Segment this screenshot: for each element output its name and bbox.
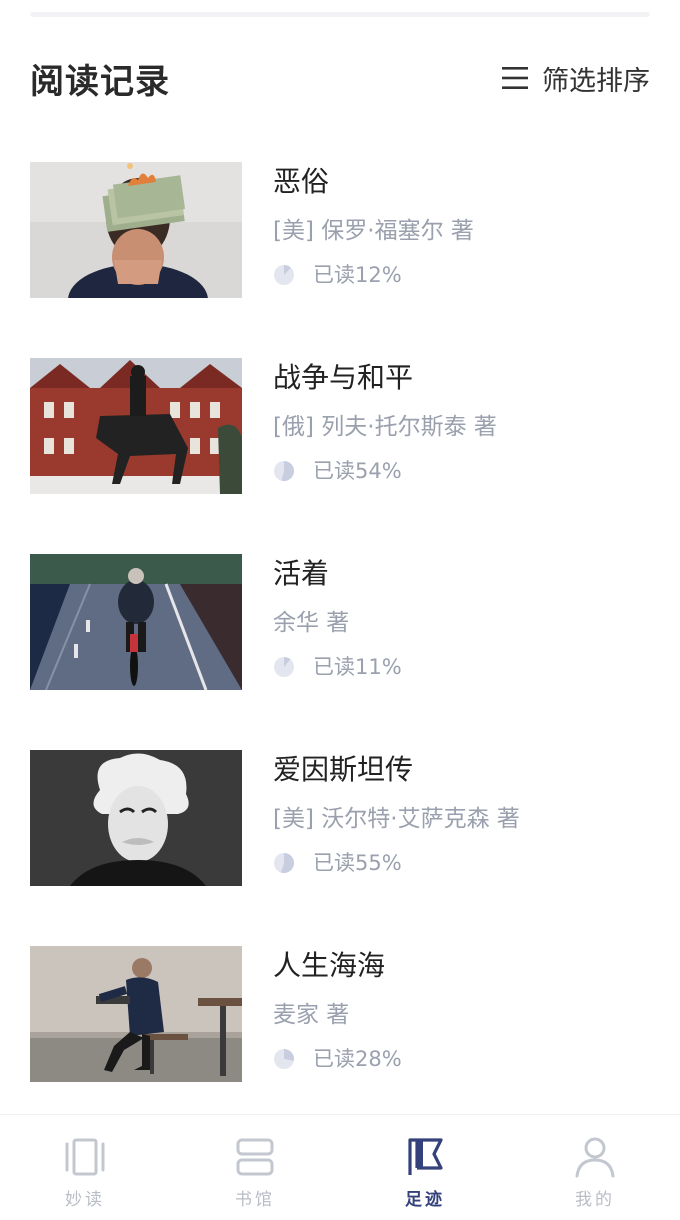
book-author: [美] 沃尔特·艾萨克森 著 — [273, 806, 520, 832]
book-title: 人生海海 — [273, 949, 386, 982]
tab-label: 书馆 — [235, 1190, 275, 1210]
book-author: [美] 保罗·福塞尔 著 — [273, 218, 474, 244]
book-title: 恶俗 — [273, 165, 330, 198]
progress-row: 已读28% — [273, 1044, 402, 1074]
tab-label: 妙读 — [65, 1190, 105, 1210]
statue-building-cover — [30, 358, 242, 494]
cyclist-road-cover — [30, 554, 242, 690]
progress-text: 已读12% — [313, 263, 402, 287]
book-title: 爱因斯坦传 — [273, 753, 414, 786]
progress-pie-icon — [273, 852, 295, 874]
einstein-portrait-cover — [30, 750, 242, 886]
flag-icon — [403, 1135, 447, 1179]
tab-label: 我的 — [575, 1190, 615, 1210]
page-title: 阅读记录 — [30, 61, 170, 102]
book-author: [俄] 列夫·托尔斯泰 著 — [273, 414, 497, 440]
header: 阅读记录 筛选排序 — [30, 52, 650, 104]
progress-row: 已读55% — [273, 848, 402, 878]
filter-sort-label: 筛选排序 — [542, 65, 650, 97]
book-title: 活着 — [273, 557, 330, 590]
progress-row: 已读12% — [273, 260, 402, 290]
book-list: 恶俗 [美] 保罗·福塞尔 著 已读12% 战争与和平 [俄] 列夫·托尔斯泰 … — [30, 162, 650, 1142]
book-author: 余华 著 — [273, 610, 350, 636]
menu-icon — [502, 67, 528, 89]
progress-text: 已读11% — [313, 655, 402, 679]
book-item[interactable]: 爱因斯坦传 [美] 沃尔特·艾萨克森 著 已读55% — [30, 750, 650, 886]
user-icon — [573, 1135, 617, 1179]
progress-pie-icon — [273, 264, 295, 286]
progress-text: 已读28% — [313, 1047, 402, 1071]
tab-label: 足迹 — [405, 1190, 445, 1210]
progress-pie-icon — [273, 656, 295, 678]
book-item[interactable]: 恶俗 [美] 保罗·福塞尔 著 已读12% — [30, 162, 650, 298]
reading-history-page: 阅读记录 筛选排序 恶俗 [美] 保罗·福塞尔 著 已读12% 战争与和平 [俄… — [0, 0, 680, 1220]
tab-read[interactable]: 妙读 — [0, 1115, 170, 1220]
old-man-bench-cover — [30, 946, 242, 1082]
tab-footprint[interactable]: 足迹 — [340, 1115, 510, 1220]
book-title: 战争与和平 — [273, 361, 414, 394]
progress-row: 已读11% — [273, 652, 402, 682]
read-icon — [63, 1135, 107, 1179]
book-item[interactable]: 战争与和平 [俄] 列夫·托尔斯泰 著 已读54% — [30, 358, 650, 494]
tab-me[interactable]: 我的 — [510, 1115, 680, 1220]
filter-sort-button[interactable]: 筛选排序 — [502, 59, 650, 98]
money-hands-cover — [30, 162, 242, 298]
top-divider — [30, 12, 650, 17]
book-author: 麦家 著 — [273, 1002, 350, 1028]
progress-text: 已读55% — [313, 851, 402, 875]
bottom-tab-bar: 妙读 书馆 足迹 我的 — [0, 1114, 680, 1220]
progress-pie-icon — [273, 1048, 295, 1070]
progress-pie-icon — [273, 460, 295, 482]
book-item[interactable]: 人生海海 麦家 著 已读28% — [30, 946, 650, 1082]
progress-row: 已读54% — [273, 456, 402, 486]
book-item[interactable]: 活着 余华 著 已读11% — [30, 554, 650, 690]
tab-library[interactable]: 书馆 — [170, 1115, 340, 1220]
library-icon — [233, 1135, 277, 1179]
progress-text: 已读54% — [313, 459, 402, 483]
